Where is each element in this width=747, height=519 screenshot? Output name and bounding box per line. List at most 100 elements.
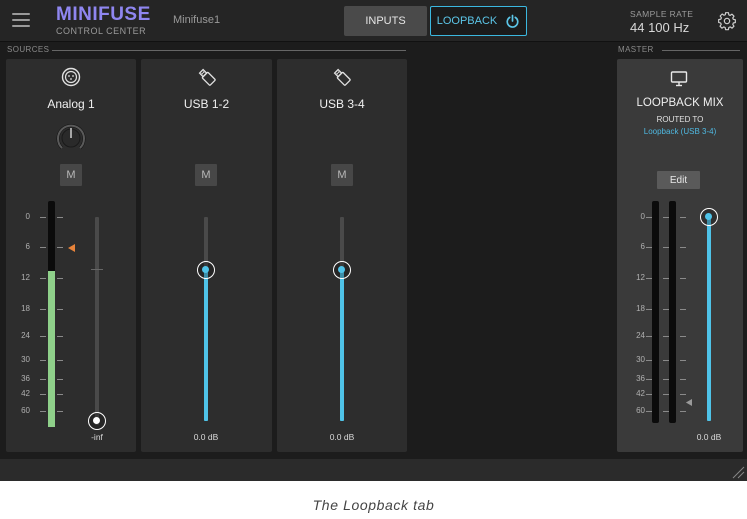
meter-scale-label: 18: [636, 304, 645, 313]
meter-scale-label: 12: [21, 273, 30, 282]
figure-caption: The Loopback tab: [312, 497, 435, 513]
usb-icon: [333, 68, 351, 86]
meter-scale-label: 24: [21, 331, 30, 340]
master-strip: LOOPBACK MIX ROUTED TO Loopback (USB 3-4…: [617, 59, 743, 452]
meter-scale-tick: [57, 411, 63, 412]
meter-scale-label: 0: [25, 212, 30, 221]
input-meter-level: [48, 271, 55, 427]
mute-button[interactable]: M: [331, 164, 353, 186]
meter-scale-label: 30: [636, 355, 645, 364]
meter-scale-tick: [40, 247, 46, 248]
meter-scale-label: 30: [21, 355, 30, 364]
input-meter: [48, 201, 55, 427]
sources-divider: [52, 50, 406, 51]
master-volume-readout: 0.0 dB: [696, 432, 722, 442]
control-center-window: MINIFUSE CONTROL CENTER Minifuse1 INPUTS…: [0, 0, 747, 481]
meter-scale-label: 36: [21, 374, 30, 383]
master-fader-handle[interactable]: [700, 208, 718, 226]
usb-icon: [198, 68, 216, 86]
gain-knob[interactable]: [54, 121, 88, 155]
tab-loopback[interactable]: LOOPBACK: [430, 6, 527, 36]
meter-scale-label: 36: [636, 374, 645, 383]
meter-scale-tick: [680, 379, 686, 380]
meter-scale-tick: [57, 379, 63, 380]
meter-scale-tick: [680, 278, 686, 279]
xlr-jack-icon: [61, 67, 81, 87]
meter-scale-tick: [680, 309, 686, 310]
source-name: USB 3-4: [319, 97, 365, 111]
output-meter-right: [669, 201, 676, 423]
sample-rate-label: SAMPLE RATE: [630, 9, 694, 19]
master-divider: [662, 50, 740, 51]
meter-scale-label: 12: [636, 273, 645, 282]
mute-button[interactable]: M: [195, 164, 217, 186]
meter-scale-label: 60: [636, 406, 645, 415]
master-title: LOOPBACK MIX: [636, 97, 724, 109]
monitor-icon: [670, 71, 688, 87]
volume-fader-handle[interactable]: [333, 261, 351, 280]
meter-scale-label: 60: [21, 406, 30, 415]
tab-loopback-label: LOOPBACK: [436, 15, 498, 27]
meter-scale-tick: [40, 379, 46, 380]
source-name: USB 1-2: [183, 97, 230, 111]
peak-marker-icon: [68, 244, 75, 252]
meter-scale-tick: [680, 247, 686, 248]
meter-scale-tick: [680, 217, 686, 218]
source-strip-usb-3-4: USB 3-4 M 0.0 dB: [277, 59, 407, 452]
meter-scale-tick: [40, 309, 46, 310]
meter-scale-label: 6: [25, 242, 30, 251]
master-fader-fill: [707, 217, 711, 421]
brand-logo: MINIFUSE CONTROL CENTER: [56, 5, 156, 36]
resize-grip-icon[interactable]: [731, 465, 745, 479]
tab-inputs[interactable]: INPUTS: [344, 6, 427, 36]
volume-fader-handle[interactable]: [88, 412, 106, 430]
unity-mark: [91, 269, 103, 270]
meter-scale-tick: [680, 360, 686, 361]
master-label: MASTER: [618, 45, 654, 54]
volume-readout: 0.0 dB: [329, 432, 355, 442]
meter-scale-tick: [40, 394, 46, 395]
meter-scale-tick: [57, 336, 63, 337]
meter-scale-label: 18: [21, 304, 30, 313]
meter-scale-tick: [40, 217, 46, 218]
top-bar: MINIFUSE CONTROL CENTER Minifuse1 INPUTS…: [0, 0, 747, 42]
sources-label: SOURCES: [7, 45, 50, 54]
routed-to-link[interactable]: Loopback (USB 3-4): [617, 127, 743, 136]
volume-fader-fill: [204, 270, 208, 421]
source-name: Analog 1: [47, 97, 95, 111]
meter-scale-tick: [57, 278, 63, 279]
sample-rate-value[interactable]: 44 100 Hz: [630, 20, 689, 35]
volume-readout: 0.0 dB: [193, 432, 219, 442]
gear-icon[interactable]: [717, 11, 737, 31]
source-strip-analog-1: Analog 1 M 0 6 12 18 24 30 36 42 60 -inf: [6, 59, 136, 452]
meter-scale-label: 24: [636, 331, 645, 340]
source-strip-usb-1-2: USB 1-2 M 0.0 dB: [141, 59, 272, 452]
meter-scale-tick: [40, 411, 46, 412]
meter-scale-tick: [680, 394, 686, 395]
tab-inputs-label: INPUTS: [365, 15, 406, 27]
meter-scale-tick: [40, 360, 46, 361]
meter-scale-tick: [57, 217, 63, 218]
meter-scale-label: 6: [640, 242, 645, 251]
volume-fader-fill: [340, 270, 344, 421]
brand-name: MINIFUSE: [56, 4, 151, 25]
volume-readout: -inf: [91, 432, 103, 442]
menu-icon[interactable]: [12, 12, 30, 28]
volume-fader-handle[interactable]: [197, 261, 215, 280]
routed-to-label: ROUTED TO: [656, 115, 704, 124]
brand-subtitle: CONTROL CENTER: [56, 26, 147, 36]
volume-fader-track[interactable]: [95, 217, 99, 425]
meter-scale-label: 42: [21, 389, 30, 398]
meter-scale-tick: [57, 247, 63, 248]
power-icon[interactable]: [505, 14, 520, 29]
mute-button[interactable]: M: [60, 164, 82, 186]
device-name: Minifuse1: [173, 14, 221, 26]
meter-scale-tick: [57, 394, 63, 395]
meter-scale-tick: [40, 336, 46, 337]
meter-scale-tick: [57, 360, 63, 361]
meter-scale-tick: [680, 336, 686, 337]
meter-scale-tick: [57, 309, 63, 310]
output-meter-left: [652, 201, 659, 423]
edit-button[interactable]: Edit: [657, 171, 700, 189]
meter-scale-tick: [40, 278, 46, 279]
